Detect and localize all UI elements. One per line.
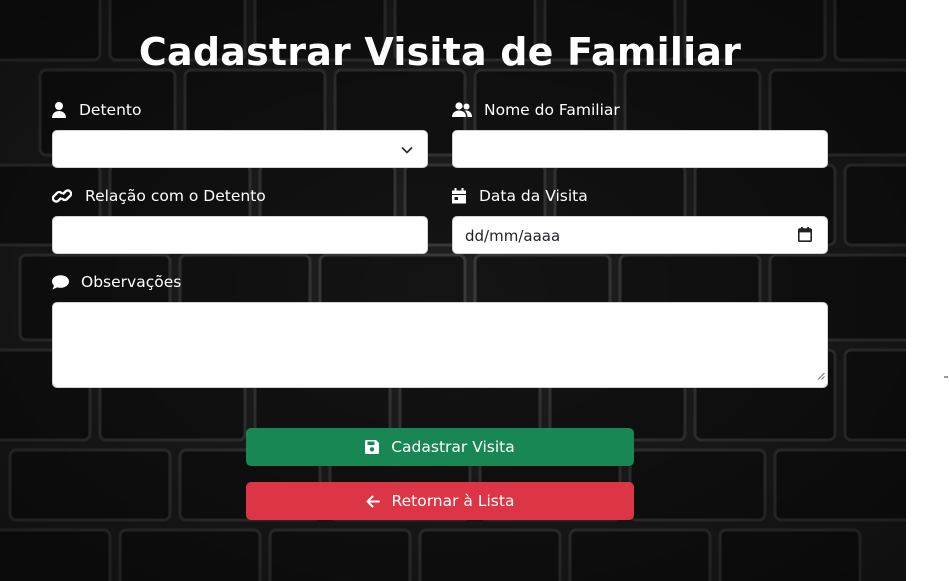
calendar-picker-icon[interactable] xyxy=(798,227,812,247)
retornar-lista-label: Retornar à Lista xyxy=(391,492,515,510)
cadastrar-visita-button[interactable]: Cadastrar Visita xyxy=(246,428,634,466)
users-icon xyxy=(452,101,476,119)
data-visita-label: Data da Visita xyxy=(452,185,588,207)
detento-label-text: Detento xyxy=(79,101,142,119)
scroll-marker xyxy=(944,376,948,378)
observacoes-label: Observações xyxy=(52,271,181,293)
observacoes-textarea[interactable] xyxy=(52,302,828,388)
retornar-lista-button[interactable]: Retornar à Lista xyxy=(246,482,634,520)
nome-familiar-label: Nome do Familiar xyxy=(452,99,620,121)
relacao-label: Relação com o Detento xyxy=(52,185,266,207)
relacao-label-text: Relação com o Detento xyxy=(85,187,266,205)
form-panel: Cadastrar Visita de Familiar Detento Nom… xyxy=(0,0,906,581)
arrow-left-icon xyxy=(366,495,380,508)
relacao-input[interactable] xyxy=(52,216,428,254)
link-icon xyxy=(52,187,74,205)
data-visita-label-text: Data da Visita xyxy=(479,187,588,205)
user-icon xyxy=(52,101,72,119)
observacoes-label-text: Observações xyxy=(81,273,182,291)
comment-icon xyxy=(52,273,72,291)
save-icon xyxy=(365,440,380,454)
cadastrar-visita-label: Cadastrar Visita xyxy=(391,438,515,456)
data-visita-input[interactable]: dd/mm/aaaa xyxy=(452,216,828,254)
page-title: Cadastrar Visita de Familiar xyxy=(138,30,742,74)
detento-label: Detento xyxy=(52,99,141,121)
chevron-down-icon xyxy=(401,143,413,161)
detento-select[interactable] xyxy=(52,130,428,168)
date-placeholder: dd/mm/aaaa xyxy=(465,227,561,245)
page-margin xyxy=(906,0,949,581)
resize-grip-icon[interactable] xyxy=(817,367,825,385)
nome-familiar-input[interactable] xyxy=(452,130,828,168)
calendar-icon xyxy=(452,187,472,205)
nome-familiar-label-text: Nome do Familiar xyxy=(484,101,620,119)
